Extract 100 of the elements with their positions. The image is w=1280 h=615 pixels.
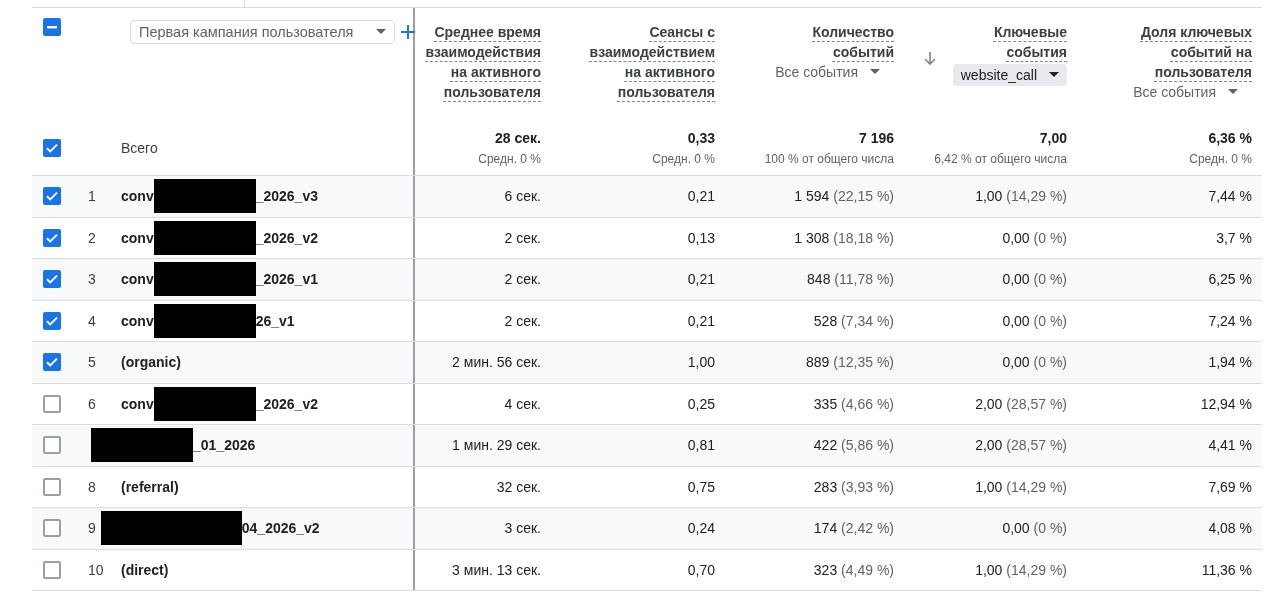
table-cell: 0,00 (0 %) <box>1002 354 1067 371</box>
table-cell: 1 мин. 29 сек. <box>452 437 541 454</box>
checkbox[interactable] <box>43 18 61 36</box>
total-note: Средн. 0 % <box>478 151 541 166</box>
table-cell: 0,24 <box>687 520 715 537</box>
table-cell: 1 594 (22,15 %) <box>794 188 894 205</box>
table-cell: 2 сек. <box>504 229 541 246</box>
campaign-name[interactable]: (direct) <box>121 561 169 578</box>
checkbox[interactable] <box>43 353 61 372</box>
row-number: 4 <box>88 312 97 329</box>
table-cell: 2,00 (28,57 %) <box>975 395 1067 412</box>
table-cell: 1,94 % <box>1208 354 1252 371</box>
table-cell: 335 (4,66 %) <box>813 395 894 412</box>
table-cell: 422 (5,86 %) <box>813 437 894 454</box>
table-cell: 1,00 (14,29 %) <box>975 561 1067 578</box>
table-cell: 0,00 (0 %) <box>1002 520 1067 537</box>
table-cell: 4,08 % <box>1208 520 1252 537</box>
check-icon <box>45 272 59 287</box>
checkbox[interactable] <box>43 187 61 206</box>
table-cell: 0,00 (0 %) <box>1002 271 1067 288</box>
table-cell: 3 сек. <box>504 520 541 537</box>
campaign-name[interactable]: _01_2026 <box>193 437 256 454</box>
checkbox[interactable] <box>43 560 61 579</box>
checkbox[interactable] <box>43 270 61 289</box>
column-header[interactable]: Сеансы с взаимодействием на активного пользователя <box>585 22 715 102</box>
table-cell: 1,00 (14,29 %) <box>975 478 1067 495</box>
table-cell: 323 (4,49 %) <box>813 561 894 578</box>
checkbox[interactable] <box>43 436 61 455</box>
table-cell: 2 сек. <box>504 312 541 329</box>
checkbox[interactable] <box>43 311 61 330</box>
row-number: 5 <box>88 354 97 371</box>
table-cell: 7,24 % <box>1208 312 1252 329</box>
caret-icon <box>376 29 386 35</box>
table-cell: 7,69 % <box>1208 478 1252 495</box>
checkbox[interactable] <box>43 477 61 496</box>
campaign-name[interactable]: conv <box>121 229 154 246</box>
total-value: 7 196 <box>858 129 894 146</box>
checkbox[interactable] <box>43 228 61 247</box>
total-value: 6,36 % <box>1208 129 1252 146</box>
campaign-name[interactable]: 04_2026_v2 <box>241 520 320 537</box>
total-note: 6,42 % от общего числа <box>934 151 1067 166</box>
campaign-name[interactable]: conv <box>121 312 154 329</box>
campaign-name[interactable]: conv <box>121 188 154 205</box>
table-cell: 0,00 (0 %) <box>1002 312 1067 329</box>
caret-icon <box>1228 89 1238 95</box>
event-filter-chip[interactable]: website_call <box>952 64 1067 86</box>
caret-icon <box>1049 72 1059 78</box>
table-cell: 4 сек. <box>504 395 541 412</box>
table-cell: 1 308 (18,18 %) <box>794 229 894 246</box>
event-filter-dropdown[interactable]: Все события <box>775 64 894 80</box>
dimension-dropdown[interactable]: Первая кампания пользователя <box>130 20 395 44</box>
table-cell: 528 (7,34 %) <box>813 312 894 329</box>
table-cell: 4,41 % <box>1208 437 1252 454</box>
row-number: 9 <box>88 520 96 537</box>
table-cell: 0,13 <box>687 229 715 246</box>
row-number: 6 <box>88 395 97 412</box>
row-number: 1 <box>88 188 97 205</box>
caret-icon <box>870 69 880 75</box>
total-value: 7,00 <box>1039 129 1067 146</box>
add-icon[interactable] <box>401 25 415 39</box>
table-cell: 848 (11,78 %) <box>807 271 894 288</box>
table-cell: 0,21 <box>687 188 715 205</box>
checkbox[interactable] <box>43 138 61 157</box>
column-header[interactable]: Количество событий <box>794 22 894 62</box>
total-note: Средн. 0 % <box>1189 151 1252 166</box>
table-cell: 7,44 % <box>1208 188 1252 205</box>
check-icon <box>45 355 59 370</box>
total-note: 100 % от общего числа <box>764 151 894 166</box>
table-cell: 0,21 <box>687 312 715 329</box>
campaign-name[interactable]: (referral) <box>121 478 179 495</box>
table-cell: 3 мин. 13 сек. <box>452 561 541 578</box>
table-cell: 2 мин. 56 сек. <box>452 354 541 371</box>
table-cell: 0,00 (0 %) <box>1002 229 1067 246</box>
table-cell: 0,25 <box>687 395 715 412</box>
table-cell: 1,00 (14,29 %) <box>975 188 1067 205</box>
table-cell: 0,21 <box>687 271 715 288</box>
event-filter-dropdown[interactable]: Все события <box>1133 84 1252 100</box>
campaign-name[interactable]: 26_v1 <box>255 312 295 329</box>
table-cell: 12,94 % <box>1200 395 1252 412</box>
column-header[interactable]: Ключевые события <box>977 22 1067 62</box>
sort-arrow-icon[interactable] <box>924 52 936 66</box>
check-icon <box>45 189 59 204</box>
campaign-name[interactable]: (organic) <box>121 354 181 371</box>
table-cell: 174 (2,42 %) <box>813 520 894 537</box>
table-cell: 6 сек. <box>504 188 541 205</box>
table-cell: 283 (3,93 %) <box>813 478 894 495</box>
table-cell: 2 сек. <box>504 271 541 288</box>
table-cell: 6,25 % <box>1208 271 1252 288</box>
campaign-name[interactable]: conv <box>121 271 154 288</box>
row-number: 10 <box>88 561 105 578</box>
campaign-name[interactable]: conv <box>121 395 154 412</box>
checkbox[interactable] <box>43 394 61 413</box>
table-cell: 2,00 (28,57 %) <box>975 437 1067 454</box>
column-header[interactable]: Среднее время взаимодействия на активного пользователя <box>421 22 541 102</box>
checkbox[interactable] <box>43 519 61 538</box>
row-number: 8 <box>88 478 97 495</box>
table-cell: 889 (12,35 %) <box>806 354 894 371</box>
table-cell: 11,36 % <box>1201 561 1252 578</box>
column-header[interactable]: Доля ключевых событий на пользователя <box>1132 22 1252 82</box>
row-number: 2 <box>88 229 97 246</box>
